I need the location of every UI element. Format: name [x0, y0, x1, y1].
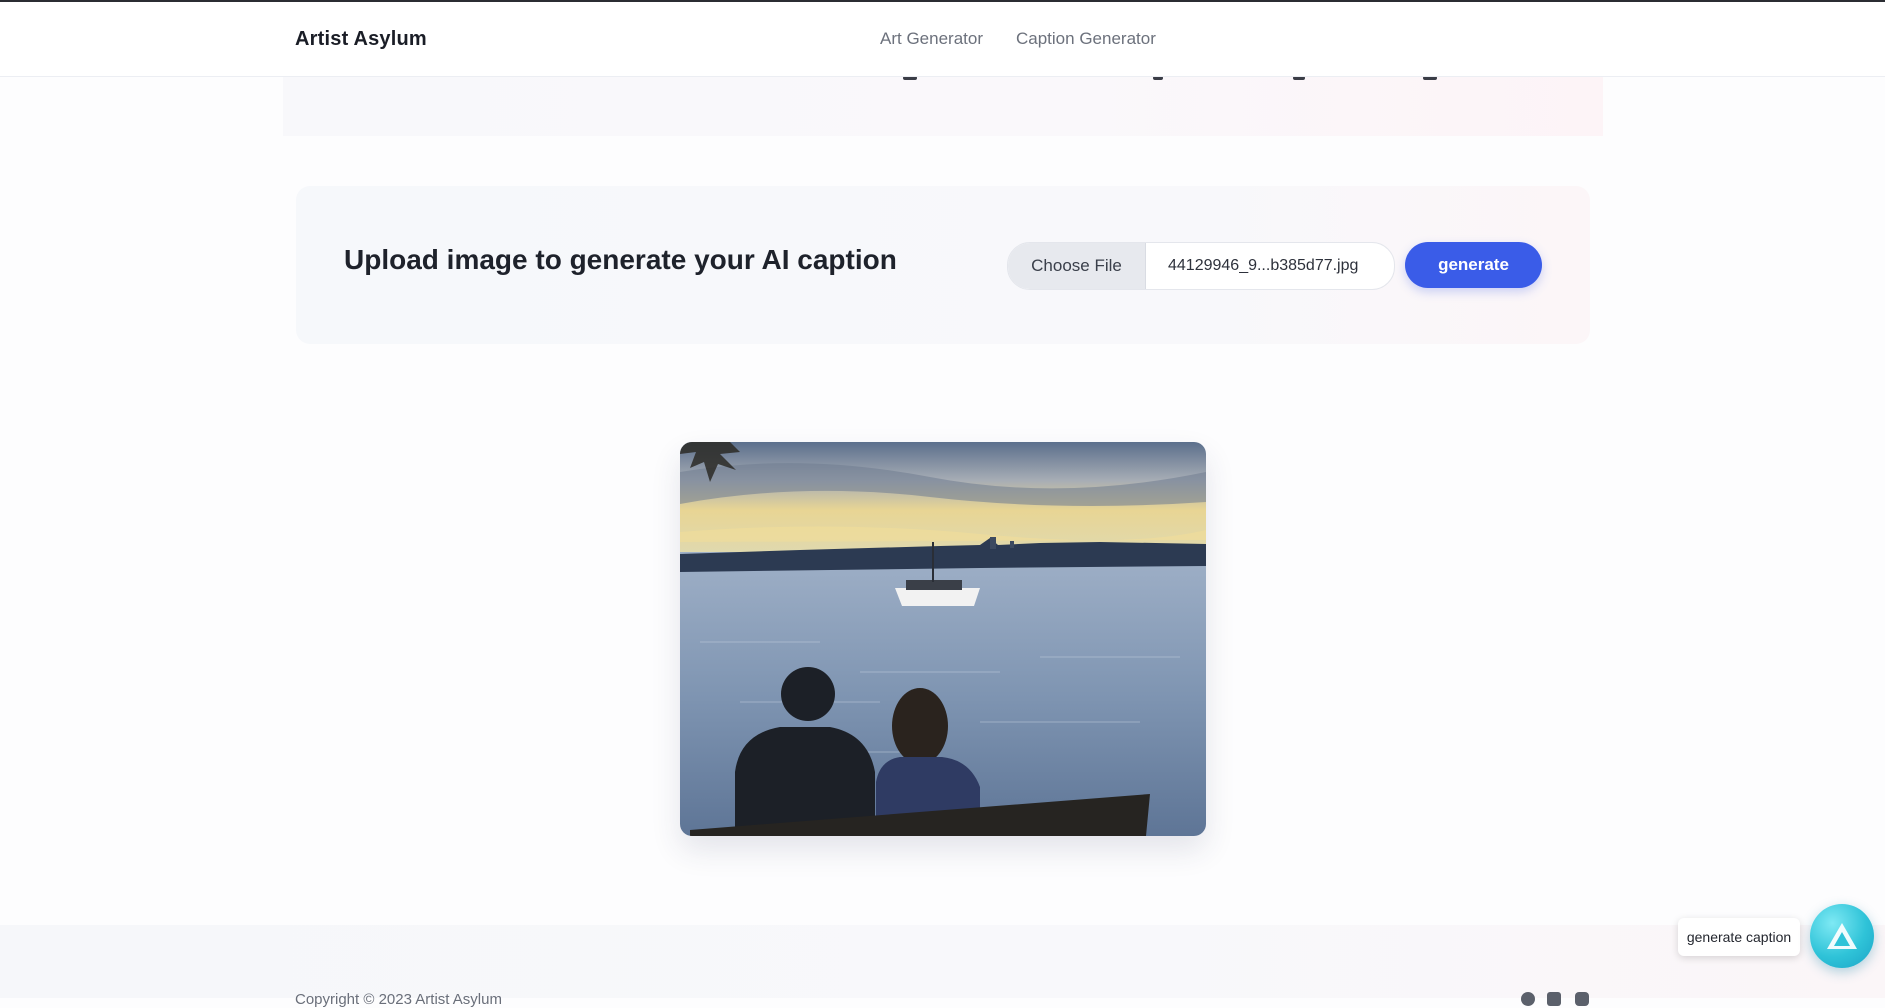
- hero-section: [283, 76, 1603, 136]
- uploaded-photo: [680, 442, 1206, 836]
- twitter-icon[interactable]: [1547, 992, 1561, 1006]
- choose-file-button[interactable]: Choose File: [1008, 243, 1146, 289]
- footer: Copyright © 2023 Artist Asylum: [0, 925, 1885, 1008]
- generate-caption-tooltip: generate caption: [1678, 918, 1800, 956]
- upload-card: Upload image to generate your AI caption…: [296, 186, 1590, 344]
- navbar: Artist Asylum Art Generator Caption Gene…: [0, 2, 1885, 77]
- nav-art-generator[interactable]: Art Generator: [880, 29, 983, 49]
- generate-button[interactable]: generate: [1405, 242, 1542, 288]
- instagram-icon[interactable]: [1575, 992, 1589, 1006]
- nav-caption-generator[interactable]: Caption Generator: [1016, 29, 1156, 49]
- assistant-fab[interactable]: [1810, 904, 1874, 968]
- uploaded-image-preview: [680, 442, 1206, 836]
- github-icon[interactable]: [1521, 992, 1535, 1006]
- selected-file-name: 44129946_9...b385d77.jpg: [1168, 257, 1359, 274]
- copyright-text: Copyright © 2023 Artist Asylum: [295, 991, 502, 1008]
- upload-title: Upload image to generate your AI caption: [344, 244, 897, 275]
- brand-logo[interactable]: Artist Asylum: [295, 28, 427, 51]
- assistant-logo-icon: [1827, 923, 1857, 949]
- file-input[interactable]: Choose File 44129946_9...b385d77.jpg: [1007, 242, 1395, 290]
